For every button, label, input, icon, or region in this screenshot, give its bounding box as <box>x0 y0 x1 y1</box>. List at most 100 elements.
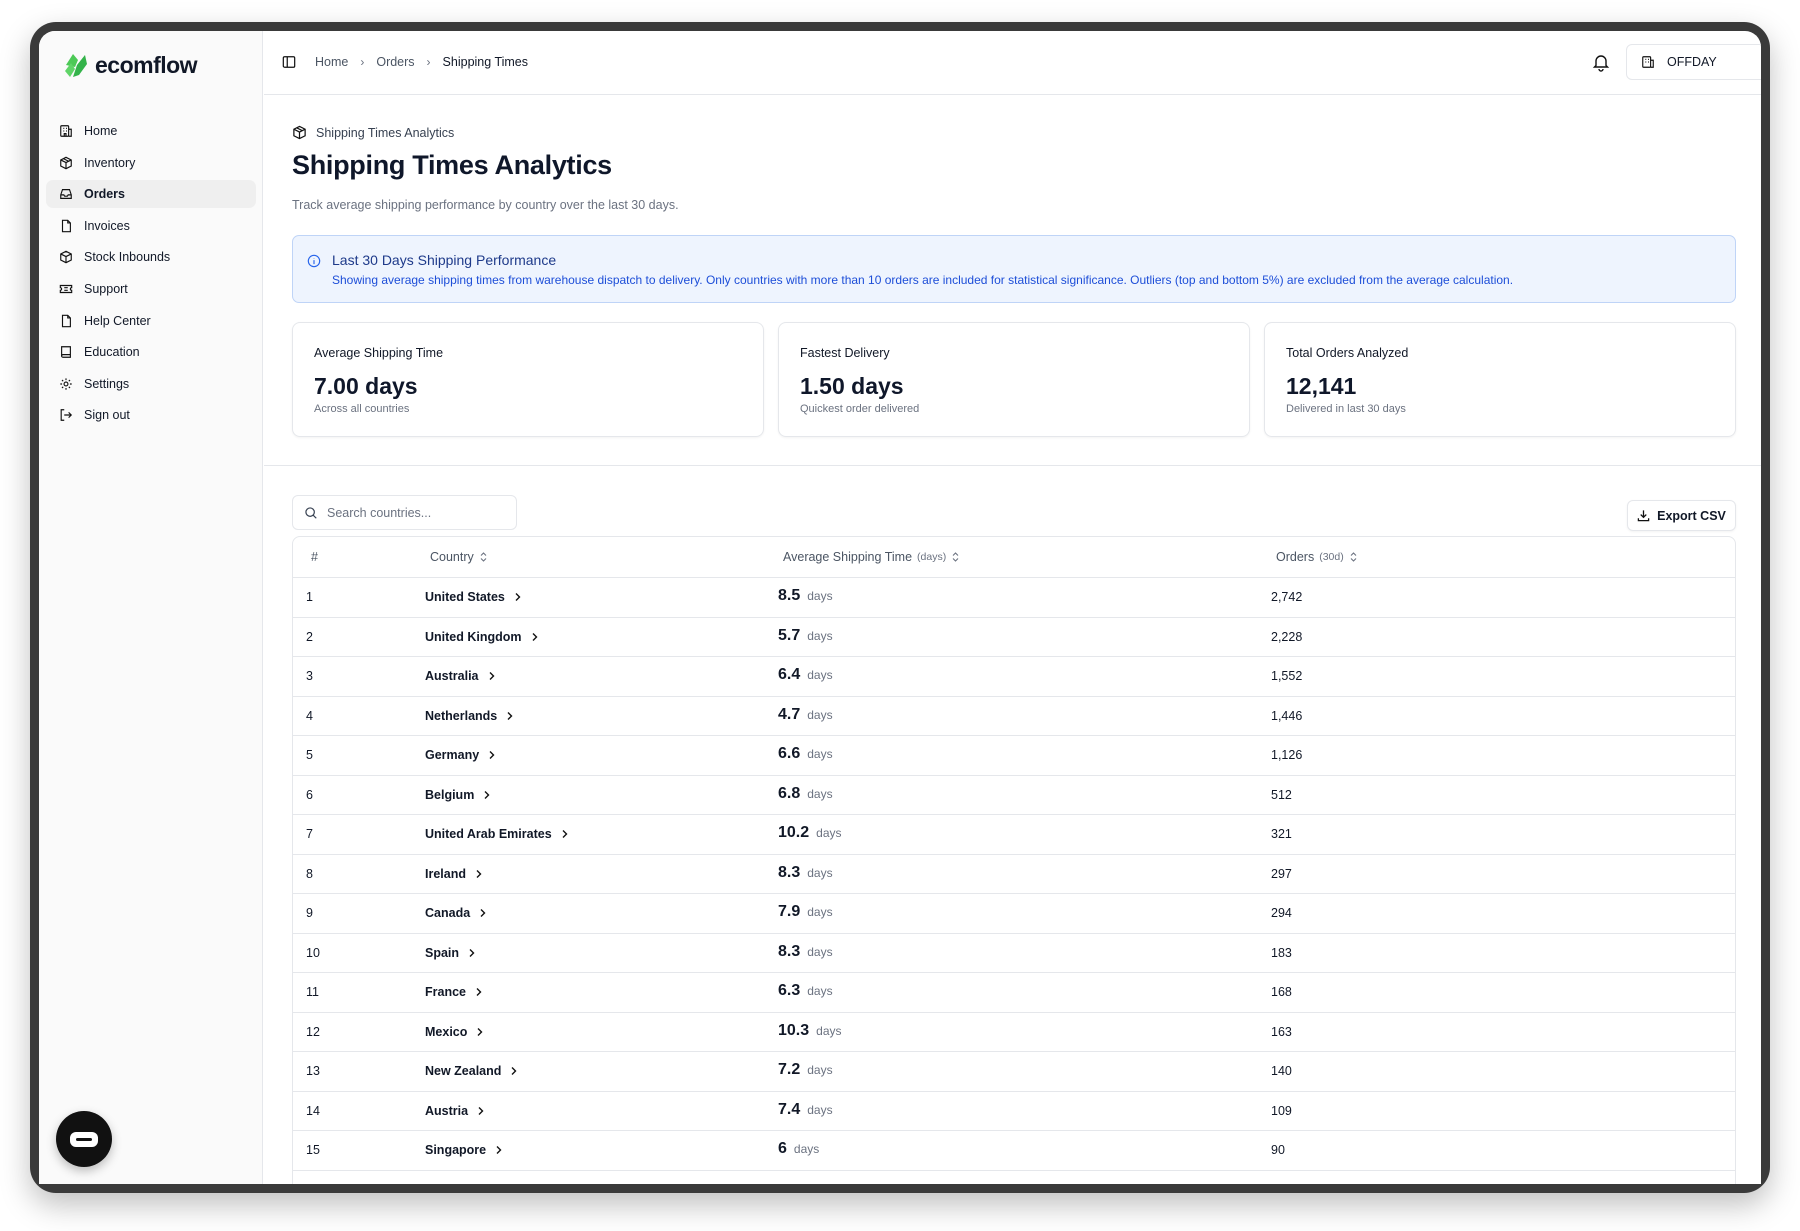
sidebar-item-label: Orders <box>84 187 125 202</box>
sidebar-item-label: Sign out <box>84 408 130 423</box>
row-country-link[interactable]: United Arab Emirates <box>425 827 569 841</box>
row-country-link[interactable]: United Kingdom <box>425 630 539 644</box>
store-selector[interactable]: OFFDAY <box>1626 44 1761 80</box>
row-orders: 2,742 <box>1271 590 1303 604</box>
shipping-times-table: # Country Average Shipping Time (days) O… <box>292 536 1736 1184</box>
search-input[interactable] <box>327 505 507 520</box>
sidebar-item-settings[interactable]: Settings <box>46 370 256 398</box>
row-time-unit: days <box>807 628 833 643</box>
main-content: Shipping Times Analytics Shipping Times … <box>264 95 1761 1184</box>
row-rank: 14 <box>306 1103 320 1118</box>
sort-icon <box>952 552 959 562</box>
column-rank: # <box>311 550 318 564</box>
breadcrumb-home[interactable]: Home <box>315 55 348 69</box>
row-rank: 7 <box>306 827 313 841</box>
breadcrumb-orders[interactable]: Orders <box>376 55 414 69</box>
column-average-time-label: Average Shipping Time <box>783 550 913 564</box>
row-time-unit: days <box>793 1142 820 1156</box>
table-row: 2 United Kingdom 5.7 days 2,228 <box>293 618 1735 657</box>
info-icon <box>307 254 321 268</box>
search-icon <box>305 506 317 519</box>
chevron-right-icon <box>469 948 475 957</box>
row-orders: 140 <box>1271 1064 1292 1078</box>
row-country-link[interactable]: Singapore <box>425 1143 503 1157</box>
table-row: 10 Spain 8.3 days 183 <box>293 934 1735 973</box>
stat-card-total-orders: Total Orders Analyzed 12,141 Delivered i… <box>1264 322 1736 437</box>
column-country[interactable]: Country <box>430 550 488 564</box>
brand-name: ecomflow <box>95 51 198 78</box>
stat-label: Fastest Delivery <box>800 346 890 360</box>
row-time-value: 7.9 <box>778 903 801 920</box>
row-country-link[interactable]: Mexico <box>425 1025 484 1039</box>
row-rank: 12 <box>306 1024 320 1039</box>
row-country: Canada <box>425 906 471 920</box>
sidebar-item-sign-out[interactable]: Sign out <box>46 401 256 429</box>
stat-card-average-time: Average Shipping Time 7.00 days Across a… <box>292 322 764 437</box>
stat-label: Total Orders Analyzed <box>1286 346 1409 360</box>
sidebar-item-inventory[interactable]: Inventory <box>46 149 256 177</box>
row-orders: 168 <box>1271 985 1292 999</box>
chevron-right-icon <box>489 672 494 680</box>
row-rank: 3 <box>306 669 313 683</box>
brand-logo[interactable]: ecomflow <box>63 51 198 79</box>
row-country: Australia <box>425 669 479 683</box>
section-divider <box>264 465 1761 466</box>
row-country-link[interactable]: Germany <box>425 748 496 762</box>
chevron-right-icon <box>507 711 513 720</box>
sidebar-item-education[interactable]: Education <box>46 338 256 366</box>
sidebar-item-support[interactable]: Support <box>46 275 256 303</box>
row-country-link[interactable]: Australia <box>425 669 496 683</box>
column-orders-unit: (30d) <box>1319 551 1344 563</box>
row-time-unit: days <box>807 905 833 919</box>
row-country-link[interactable]: Netherlands <box>425 709 514 723</box>
sidebar-item-invoices[interactable]: Invoices <box>46 212 256 240</box>
alert-body: Showing average shipping times from ware… <box>332 273 1514 287</box>
export-csv-label: Export CSV <box>1657 508 1726 523</box>
row-country-link[interactable]: Belgium <box>425 788 491 802</box>
table-row: 14 Austria 7.4 days 109 <box>293 1092 1735 1131</box>
row-time-value: 7.4 <box>778 1100 801 1118</box>
row-country-link[interactable]: Ireland <box>425 867 483 881</box>
sort-icon <box>480 552 487 562</box>
sidebar-item-label: Education <box>84 345 140 360</box>
row-average-time: 7.9 days <box>778 903 833 921</box>
breadcrumb: Home › Orders › Shipping Times <box>315 55 528 69</box>
row-rank: 6 <box>306 787 313 802</box>
page-subtitle: Track average shipping performance by co… <box>292 198 679 212</box>
row-country-link[interactable]: Spain <box>425 946 476 960</box>
chevron-right-icon <box>515 593 521 601</box>
row-rank: 9 <box>306 906 313 920</box>
table-row: 11 France 6.3 days 168 <box>293 973 1735 1013</box>
row-orders: 297 <box>1271 866 1292 881</box>
table-row: 3 Australia 6.4 days 1,552 <box>293 657 1735 697</box>
row-country-link[interactable]: New Zealand <box>425 1064 518 1078</box>
column-average-time[interactable]: Average Shipping Time (days) <box>783 550 960 564</box>
row-country-link[interactable]: France <box>425 985 483 999</box>
row-country-link[interactable]: Canada <box>425 906 487 920</box>
row-time-unit: days <box>807 1102 833 1117</box>
column-orders[interactable]: Orders (30d) <box>1276 550 1358 564</box>
search-box[interactable] <box>292 495 517 530</box>
row-average-time: 6 days <box>778 1140 819 1158</box>
chat-button[interactable] <box>56 1111 112 1167</box>
row-time-unit: days <box>807 984 833 998</box>
stat-note: Across all countries <box>314 403 410 415</box>
row-country-link[interactable]: Austria <box>425 1104 485 1118</box>
row-country: Netherlands <box>425 708 498 723</box>
row-rank: 11 <box>306 985 319 999</box>
chevron-right-icon <box>511 1067 517 1075</box>
stat-note: Quickest order delivered <box>800 403 920 415</box>
sidebar-toggle-icon[interactable] <box>282 55 296 69</box>
chevron-right-icon <box>496 1146 502 1154</box>
sidebar-item-stock-inbounds[interactable]: Stock Inbounds <box>46 243 256 271</box>
sidebar-item-orders[interactable]: Orders <box>46 180 256 209</box>
sidebar-item-label: Stock Inbounds <box>84 250 171 265</box>
sidebar-item-home[interactable]: Home <box>46 117 256 145</box>
row-orders: 2,228 <box>1271 629 1303 644</box>
row-country-link[interactable]: United States <box>425 590 522 604</box>
chevron-right-icon <box>476 988 482 996</box>
table-row: 5 Germany 6.6 days 1,126 <box>293 736 1735 776</box>
sidebar-item-help-center[interactable]: Help Center <box>46 307 256 335</box>
bell-icon[interactable] <box>1591 52 1611 72</box>
export-csv-button[interactable]: Export CSV <box>1627 500 1736 531</box>
